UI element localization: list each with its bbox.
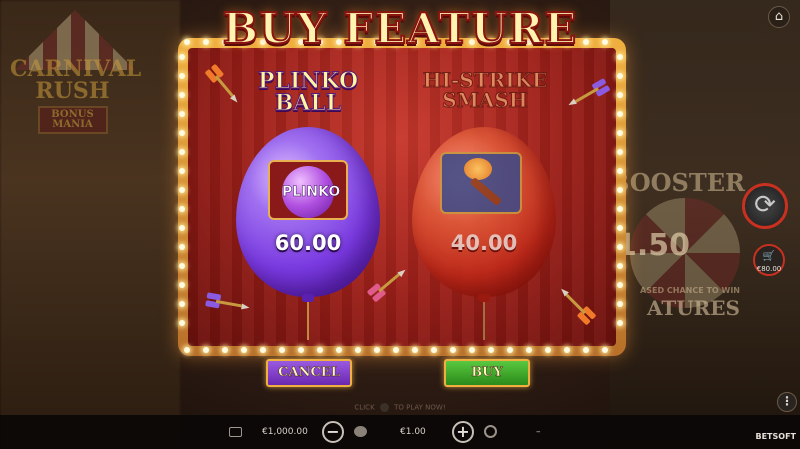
marquee-bulb (279, 347, 285, 353)
hi-strike-balloon-string (483, 302, 485, 340)
marquee-bulb (179, 187, 185, 193)
marquee-bulb (203, 347, 209, 353)
plinko-title-line1: PLINKO (258, 68, 359, 94)
click-to-play-right: TO PLAY NOW! (394, 403, 446, 412)
plinko-price: 60.00 (274, 231, 342, 255)
marquee-bulb (179, 73, 185, 79)
marquee-bulb (179, 54, 185, 60)
plinko-badge: PLINKO (268, 160, 348, 220)
marquee-bulb (617, 225, 623, 231)
win-value: – (536, 427, 541, 437)
plinko-title-line2: BALL (274, 90, 342, 116)
marquee-bulb (507, 347, 513, 353)
bet-value: €1.00 (400, 427, 426, 437)
click-to-play-hint: CLICK TO PLAY NOW! (0, 403, 800, 412)
hi-strike-title-line1: HI-STRIKE (422, 68, 548, 92)
hammer-badge (440, 152, 522, 214)
marquee-bulb (450, 347, 456, 353)
marquee-bulb (469, 347, 475, 353)
marquee-bulb (374, 347, 380, 353)
plinko-ball-title: PLINKO BALL (258, 68, 359, 116)
marquee-bulb (355, 347, 361, 353)
marquee-bulb (179, 320, 185, 326)
booster-caption: ASED CHANCE TO WIN (640, 286, 740, 295)
balance-value: €1,000.00 (262, 427, 308, 437)
decrease-bet-button[interactable]: − (322, 421, 344, 443)
click-dot-icon (379, 403, 389, 412)
marquee-bulb (336, 347, 342, 353)
marquee-bulb (179, 244, 185, 250)
marquee-bulb (617, 111, 623, 117)
marquee-bulb (488, 347, 494, 353)
plinko-ball-icon: PLINKO (282, 166, 340, 218)
marquee-bulb (617, 187, 623, 193)
marquee-bulb (617, 149, 623, 155)
game-logo-line2: RUSH (35, 78, 110, 104)
marquee-bulb (222, 347, 228, 353)
marquee-bulb (179, 225, 185, 231)
plinko-balloon-string (307, 302, 309, 340)
marquee-bulb (184, 347, 190, 353)
marquee-bulb (179, 263, 185, 269)
marquee-bulb (617, 263, 623, 269)
medal-icon (484, 425, 497, 438)
marquee-bulb (179, 168, 185, 174)
buy-button[interactable]: BUY (444, 359, 530, 387)
marquee-bulb (526, 347, 532, 353)
marquee-bulb (260, 347, 266, 353)
hi-strike-smash-title: HI-STRIKE SMASH (414, 68, 556, 112)
marquee-bulb (412, 347, 418, 353)
coins-icon (354, 426, 367, 437)
marquee-bulb (617, 130, 623, 136)
betsoft-logo: BETSOFT (755, 432, 796, 441)
refresh-icon[interactable]: ⟳ (742, 183, 788, 229)
marquee-bulb (241, 347, 247, 353)
marquee-bulb (431, 347, 437, 353)
marquee-bulb (179, 282, 185, 288)
bottom-bar: €1,000.00 − €1.00 + – (0, 415, 800, 449)
marquee-bulb (545, 347, 551, 353)
click-to-play-left: CLICK (354, 403, 375, 412)
autobuy-amount: €80.00 (756, 265, 782, 273)
marquee-bulb (179, 130, 185, 136)
marquee-bulb (617, 54, 623, 60)
marquee-bulb (179, 149, 185, 155)
marquee-bulb (602, 347, 608, 353)
hi-strike-price: 40.00 (450, 231, 518, 255)
marquee-bulb (617, 92, 623, 98)
marquee-bulb (179, 301, 185, 307)
buy-feature-title: BUY FEATURE (222, 3, 578, 54)
marquee-bulb (583, 347, 589, 353)
marquee-bulb (617, 206, 623, 212)
marquee-bulb (317, 347, 323, 353)
marquee-bulb (617, 320, 623, 326)
game-logo-badge: BONUS MANIA (37, 106, 108, 134)
increase-bet-button[interactable]: + (452, 421, 474, 443)
marquee-bulb (298, 347, 304, 353)
marquee-bulb (179, 92, 185, 98)
booster-features: ATURES (646, 296, 740, 320)
marquee-bulb (617, 282, 623, 288)
wallet-icon (229, 427, 242, 437)
marquee-bulb (564, 347, 570, 353)
hammer-icon (464, 158, 492, 180)
hi-strike-title-line2: SMASH (442, 88, 528, 112)
marquee-bulb (617, 168, 623, 174)
more-vertical-icon[interactable]: ⋮ (777, 392, 797, 412)
game-logo: CARNIVAL RUSH BONUS MANIA (10, 56, 142, 134)
plinko-balloon-knot (302, 294, 314, 302)
hi-strike-balloon-knot (478, 294, 490, 302)
marquee-bulb (617, 244, 623, 250)
cancel-button[interactable]: CANCEL (266, 359, 352, 387)
marquee-bulb (179, 111, 185, 117)
game-logo-line1: CARNIVAL (10, 56, 142, 82)
marquee-bulb (179, 206, 185, 212)
marquee-bulb (617, 73, 623, 79)
marquee-bulb (393, 347, 399, 353)
marquee-bulb (617, 301, 623, 307)
booster-title: BOOSTER (609, 168, 745, 197)
booster-value: 1.50 (615, 228, 690, 263)
hammer-handle (469, 176, 503, 207)
